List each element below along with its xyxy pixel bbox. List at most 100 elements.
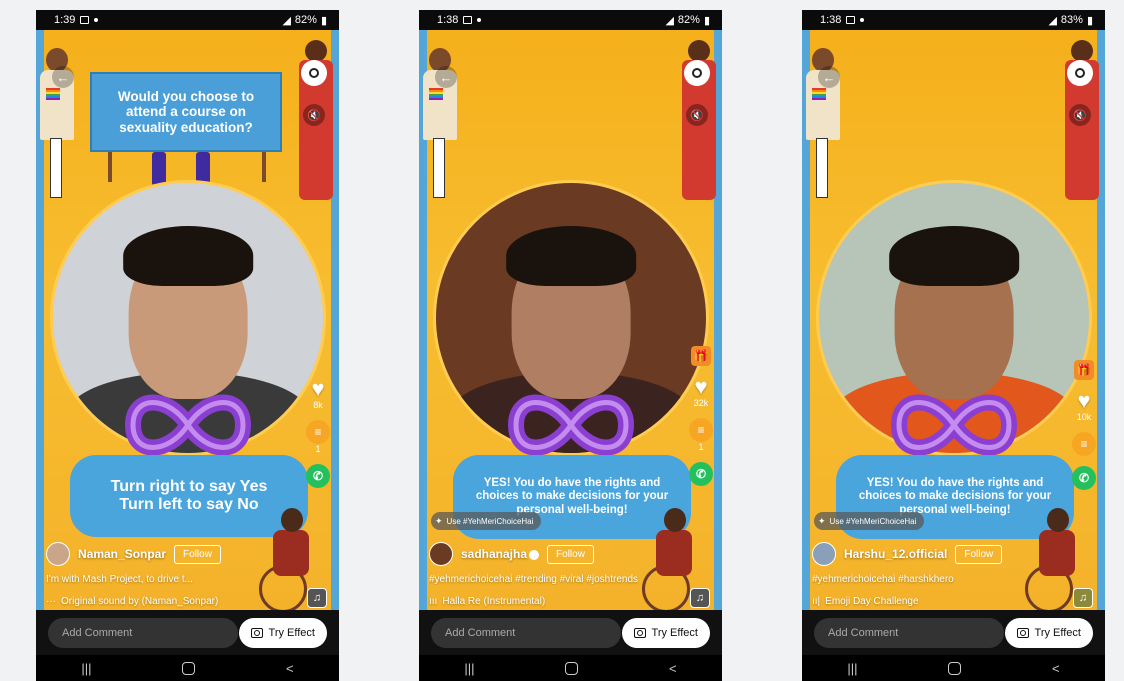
try-effect-label: Try Effect xyxy=(1034,626,1081,639)
avatar[interactable] xyxy=(812,542,836,566)
sound-wave-icon: ıı| xyxy=(812,596,821,607)
system-nav-bar: ||| < xyxy=(36,655,339,681)
back-arrow-icon[interactable]: ← xyxy=(435,66,457,88)
music-disc-icon[interactable]: ♫ xyxy=(1073,588,1093,608)
comment-count: 1 xyxy=(698,442,704,452)
person-hair xyxy=(889,226,1019,286)
sound-row[interactable]: ··· Original sound by (Naman_Sonpar) xyxy=(46,596,218,607)
like-heart-icon[interactable]: ♥ xyxy=(694,376,707,398)
nav-recent-icon[interactable]: ||| xyxy=(847,661,857,676)
question-sign: Would you choose to attend a course on s… xyxy=(90,72,282,152)
nav-home-icon[interactable] xyxy=(182,661,196,675)
status-time: 1:39 xyxy=(54,14,76,26)
mute-icon[interactable]: 🔇 xyxy=(686,104,708,126)
effect-tag-label: Use #YehMeriChoiceHai xyxy=(446,516,534,526)
sound-title: Original sound by (Naman_Sonpar) xyxy=(61,596,219,607)
nav-back-icon[interactable]: < xyxy=(1052,661,1060,676)
effect-tag[interactable]: ✦ Use #YehMeriChoiceHai xyxy=(431,512,542,530)
follow-button[interactable]: Follow xyxy=(547,544,594,564)
phone-screen-2: 1:38 ◢ 82% ▮ YES! You do have the rights… xyxy=(419,10,722,681)
whatsapp-share-icon[interactable]: ✆ xyxy=(689,462,713,486)
video-player[interactable]: YES! You do have the rights and choices … xyxy=(802,30,1105,610)
gift-icon[interactable]: 🎁 xyxy=(1074,360,1094,380)
sound-title: Halla Re (Instrumental) xyxy=(442,596,546,607)
add-comment-input[interactable] xyxy=(48,617,238,648)
like-count: 10k xyxy=(1076,412,1092,422)
nav-back-icon[interactable]: < xyxy=(286,661,294,676)
battery-icon: ▮ xyxy=(703,14,710,27)
phone-screen-3: 1:38 ◢ 83% ▮ YES! You do have the rights… xyxy=(802,10,1105,681)
back-arrow-icon[interactable]: ← xyxy=(52,66,74,88)
comment-icon[interactable]: ≡ xyxy=(689,418,713,442)
sound-wave-icon: ··· xyxy=(46,596,56,607)
try-effect-button[interactable]: Try Effect xyxy=(1004,617,1093,648)
person-hair xyxy=(506,226,636,286)
video-player[interactable]: Would you choose to attend a course on s… xyxy=(36,30,339,610)
battery-icon: ▮ xyxy=(1086,14,1093,27)
signal-icon: ◢ xyxy=(665,14,674,27)
nav-recent-icon[interactable]: ||| xyxy=(81,661,91,676)
bubble-line-1: Turn right to say Yes xyxy=(110,477,268,495)
video-caption[interactable]: #yehmerichoicehai #harshkhero xyxy=(812,574,1032,585)
status-time: 1:38 xyxy=(437,14,459,26)
gift-icon[interactable]: 🎁 xyxy=(691,346,711,366)
sound-row[interactable]: ıı| Emoji Day Challenge xyxy=(812,596,919,607)
creator-username[interactable]: Harshu_12.official xyxy=(844,547,947,561)
nav-back-icon[interactable]: < xyxy=(669,661,677,676)
sound-title: Emoji Day Challenge xyxy=(825,596,919,607)
effect-tag[interactable]: ✦ Use #YehMeriChoiceHai xyxy=(814,512,925,530)
try-effect-button[interactable]: Try Effect xyxy=(238,617,327,648)
sign-pole-left xyxy=(108,152,112,182)
nav-home-icon[interactable] xyxy=(948,661,962,675)
notification-dot-icon xyxy=(860,18,865,22)
mute-icon[interactable]: 🔇 xyxy=(1069,104,1091,126)
battery-percent: 82% xyxy=(294,14,317,26)
follow-button[interactable]: Follow xyxy=(955,544,1003,564)
sparkle-icon: ✦ xyxy=(435,515,443,526)
mute-icon[interactable]: 🔇 xyxy=(303,104,325,126)
video-caption[interactable]: #yehmerichoicehai #trending #viral #josh… xyxy=(429,574,659,585)
comment-bar: Try Effect xyxy=(419,610,722,655)
signal-icon: ◢ xyxy=(282,14,291,27)
status-bar: 1:39 ◢ 82% ▮ xyxy=(36,10,339,30)
comment-icon[interactable]: ≡ xyxy=(1072,432,1096,456)
creator-username[interactable]: sadhanajha xyxy=(461,547,540,561)
like-heart-icon[interactable]: ♥ xyxy=(311,378,324,400)
music-disc-icon[interactable]: ♫ xyxy=(307,588,327,608)
bubble-line-2: Turn left to say No xyxy=(119,496,259,513)
gallery-icon xyxy=(80,16,90,24)
action-rail: 🎁 ♥ 32k ≡ 1 ✆ xyxy=(688,346,714,486)
camera-icon xyxy=(633,627,646,638)
like-count: 8k xyxy=(313,400,323,410)
camera-icon[interactable] xyxy=(684,60,710,86)
infinity-icon xyxy=(124,394,251,456)
system-nav-bar: ||| < xyxy=(802,655,1105,681)
add-comment-input[interactable] xyxy=(814,617,1004,648)
creator-username[interactable]: Naman_Sonpar xyxy=(78,547,166,561)
camera-icon xyxy=(1016,627,1029,638)
status-time: 1:38 xyxy=(820,14,842,26)
whatsapp-share-icon[interactable]: ✆ xyxy=(1072,466,1096,490)
infinity-icon xyxy=(507,394,634,456)
nav-home-icon[interactable] xyxy=(565,661,579,675)
music-disc-icon[interactable]: ♫ xyxy=(690,588,710,608)
status-bar: 1:38 ◢ 82% ▮ xyxy=(419,10,722,30)
nav-recent-icon[interactable]: ||| xyxy=(464,661,474,676)
camera-icon[interactable] xyxy=(1067,60,1093,86)
camera-icon[interactable] xyxy=(301,60,327,86)
avatar[interactable] xyxy=(429,542,453,566)
back-arrow-icon[interactable]: ← xyxy=(818,66,840,88)
follow-button[interactable]: Follow xyxy=(174,544,221,564)
sound-row[interactable]: ııı Halla Re (Instrumental) xyxy=(429,596,545,607)
comment-icon[interactable]: ≡ xyxy=(306,420,330,444)
video-caption[interactable]: I'm with Mash Project, to drive t... xyxy=(46,574,266,585)
video-player[interactable]: YES! You do have the rights and choices … xyxy=(419,30,722,610)
try-effect-label: Try Effect xyxy=(268,626,315,639)
whatsapp-share-icon[interactable]: ✆ xyxy=(306,464,330,488)
battery-percent: 83% xyxy=(1060,14,1083,26)
try-effect-button[interactable]: Try Effect xyxy=(621,617,710,648)
like-heart-icon[interactable]: ♥ xyxy=(1077,390,1090,412)
signal-icon: ◢ xyxy=(1048,14,1057,27)
avatar[interactable] xyxy=(46,542,70,566)
add-comment-input[interactable] xyxy=(431,617,621,648)
